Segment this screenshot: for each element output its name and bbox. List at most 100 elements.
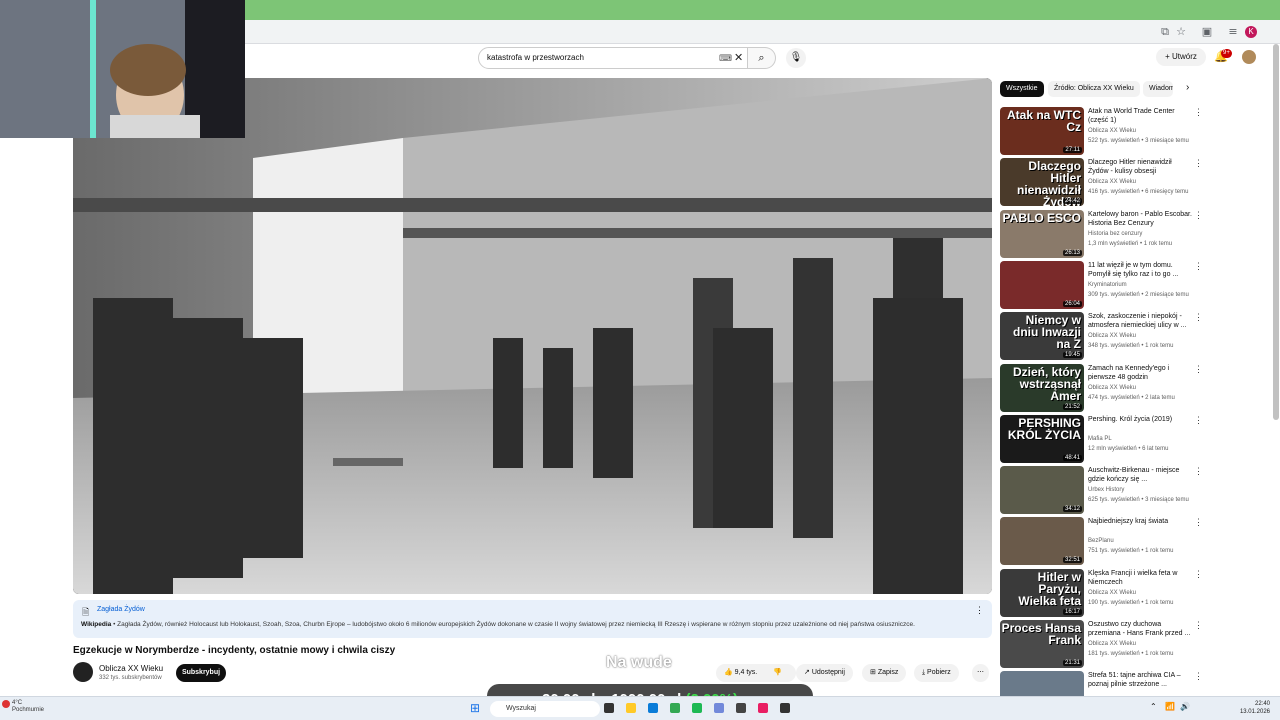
video-player[interactable] [73, 78, 992, 594]
steam-icon[interactable] [736, 703, 746, 713]
related-video-item[interactable]: Niemcy w dniu Inwazji na Z 19:45 Szok, zas… [1000, 312, 1203, 361]
more-actions-button[interactable]: ⋯ [972, 664, 989, 682]
related-video-item[interactable]: PERSHING KRÓL ŻYCIA 48:41 Pershing. Król ż… [1000, 414, 1203, 463]
more-options-icon[interactable]: ⋮ [1194, 261, 1203, 272]
search-button[interactable]: ⌕ [748, 47, 776, 69]
video-thumbnail[interactable]: 34:12 [1000, 466, 1084, 515]
volume-icon[interactable]: 🔊 [1180, 702, 1190, 711]
create-button[interactable]: + Utwórz [1156, 48, 1206, 66]
extensions-icon[interactable]: ▣ [1200, 25, 1214, 39]
related-video-item[interactable]: Atak na WTC Cz 27:11 Atak na World Trade C… [1000, 107, 1203, 155]
info-panel-title[interactable]: Zagłada Żydów [97, 606, 145, 613]
more-options-icon[interactable]: ⋮ [1194, 517, 1203, 528]
related-video-title[interactable]: Szok, zaskoczenie i niepokój - atmosfera… [1088, 312, 1192, 330]
more-options-icon[interactable]: ⋮ [1194, 210, 1203, 221]
channel-name[interactable]: Oblicza XX Wieku [99, 664, 163, 673]
spotify-icon[interactable] [692, 703, 702, 713]
more-options-icon[interactable]: ⋮ [1194, 158, 1203, 169]
related-video-title[interactable]: 11 lat więził je w tym domu. Pomylił się… [1088, 261, 1192, 279]
related-video-item[interactable]: 32:51 Najbiedniejszy kraj świata BezPlanu 7… [1000, 517, 1203, 566]
related-video-item[interactable]: Dlaczego Hitler nienawidził Żydów24:42Dl… [1000, 158, 1203, 207]
related-video-title[interactable]: Auschwitz-Birkenau - miejsce gdzie kończ… [1088, 466, 1192, 484]
chrome-icon[interactable] [670, 703, 680, 713]
more-options-icon[interactable]: ⋮ [1194, 620, 1203, 631]
video-thumbnail[interactable]: PABLO ESCO 26:13 [1000, 209, 1084, 258]
more-options-icon[interactable]: ⋮ [1194, 364, 1203, 375]
network-icon[interactable]: 📶 [1165, 702, 1175, 711]
related-video-title[interactable]: Oszustwo czy duchowa przemiana - Hans Fr… [1088, 620, 1192, 638]
clear-search-icon[interactable]: ✕ [734, 51, 743, 64]
related-video-channel[interactable]: BezPlanu [1088, 538, 1114, 544]
taskview-icon[interactable] [604, 703, 614, 713]
user-avatar[interactable] [1242, 50, 1256, 64]
subscribe-button[interactable]: Subskrybuj [176, 664, 226, 682]
more-options-icon[interactable]: ⋮ [1194, 415, 1203, 426]
app-icon[interactable] [758, 703, 768, 713]
bookmark-star-icon[interactable]: ☆ [1174, 25, 1188, 39]
related-video-title[interactable]: Klęska Francji i wielka feta w Niemczech [1088, 569, 1192, 587]
more-options-icon[interactable]: ⋮ [1194, 466, 1203, 477]
chip-news[interactable]: Wiadom [1143, 81, 1173, 97]
related-video-channel[interactable]: Oblicza XX Wieku [1088, 590, 1136, 596]
share-button[interactable]: ↗ Udostępnij [796, 664, 853, 682]
obs-icon[interactable] [780, 703, 790, 713]
file-explorer-icon[interactable] [626, 703, 636, 713]
more-options-icon[interactable]: ⋮ [1194, 107, 1203, 118]
tray-chevron-icon[interactable]: ⌃ [1150, 702, 1157, 711]
related-video-title[interactable]: Atak na World Trade Center (część 1) [1088, 107, 1192, 125]
related-video-channel[interactable]: Oblicza XX Wieku [1088, 385, 1136, 391]
video-thumbnail[interactable]: 26:04 [1000, 260, 1084, 309]
save-button[interactable]: ⊞ Zapisz [862, 664, 907, 682]
taskbar-search[interactable]: Wyszukaj [490, 701, 600, 717]
related-video-title[interactable]: Pershing. Król życia (2019) [1088, 415, 1192, 424]
video-thumbnail[interactable]: Niemcy w dniu Inwazji na Z 19:45 [1000, 312, 1084, 361]
video-thumbnail[interactable]: 32:51 [1000, 517, 1084, 566]
related-video-item[interactable]: 26:04 11 lat więził je w tym domu. Pomyli… [1000, 260, 1203, 309]
related-video-channel[interactable]: Mafia PL [1088, 436, 1112, 442]
discord-icon[interactable] [714, 703, 724, 713]
related-video-title[interactable]: Dlaczego Hitler nienawidził Żydów - kuli… [1088, 158, 1192, 176]
related-video-item[interactable]: PABLO ESCO 26:13 Kartelowy baron - Pablo E… [1000, 209, 1203, 258]
related-video-item[interactable]: Dzień, który wstrząsnął Amer 21:52 Zamach … [1000, 363, 1203, 412]
related-video-title[interactable]: Kartelowy baron - Pablo Escobar. Histori… [1088, 210, 1192, 228]
sidebar-icon[interactable]: ≡ [1226, 25, 1240, 39]
related-video-title[interactable]: Zamach na Kennedy'ego i pierwsze 48 godz… [1088, 364, 1192, 382]
more-options-icon[interactable]: ⋮ [975, 605, 984, 616]
more-options-icon[interactable]: ⋮ [1194, 569, 1203, 580]
keyboard-icon[interactable]: ⌨ [719, 53, 732, 64]
channel-avatar[interactable] [73, 662, 93, 682]
page-scrollbar[interactable] [1273, 44, 1279, 420]
related-video-item[interactable]: Proces Hansa Frank 21:31 Oszustwo czy duch… [1000, 620, 1203, 668]
related-video-channel[interactable]: Historia bez cenzury [1088, 231, 1142, 237]
related-video-item[interactable]: 34:12 Auschwitz-Birkenau - miejsce gdzie … [1000, 466, 1203, 515]
browser-profile-avatar[interactable]: K [1245, 26, 1257, 38]
edge-icon[interactable] [648, 703, 658, 713]
chip-all[interactable]: Wszystkie [1000, 81, 1044, 97]
weather-widget[interactable]: 4°C Pochmurnie [12, 700, 44, 714]
related-video-title[interactable]: Strefa 51: tajne archiwa CIA – poznaj pi… [1088, 671, 1192, 689]
related-video-channel[interactable]: Oblicza XX Wieku [1088, 179, 1136, 185]
related-video-channel[interactable]: Kryminatorium [1088, 282, 1127, 288]
more-options-icon[interactable]: ⋮ [1194, 671, 1203, 682]
related-video-channel[interactable]: Oblicza XX Wieku [1088, 333, 1136, 339]
related-video-item[interactable]: Hitler w Paryżu, Wielka feta 16:17 Klęska … [1000, 568, 1203, 617]
related-video-channel[interactable]: Oblicza XX Wieku [1088, 641, 1136, 647]
video-thumbnail[interactable]: Hitler w Paryżu, Wielka feta 16:17 [1000, 568, 1084, 617]
voice-search-button[interactable]: 🎙 [786, 48, 806, 68]
download-button[interactable]: ⤓ Pobierz [914, 664, 959, 682]
search-input[interactable]: katastrofa w przestworzach ⌨ ✕ [478, 47, 748, 69]
video-thumbnail[interactable]: Dzień, który wstrząsnął Amer 21:52 [1000, 363, 1084, 412]
chip-source[interactable]: Źródło: Oblicza XX Wieku [1048, 81, 1140, 97]
related-video-title[interactable]: Najbiedniejszy kraj świata [1088, 517, 1192, 526]
video-thumbnail[interactable]: Atak na WTC Cz 27:11 [1000, 107, 1084, 155]
related-video-channel[interactable]: Oblicza XX Wieku [1088, 128, 1136, 134]
like-dislike-button[interactable]: 👍 9,4 tys. 👎 [716, 664, 796, 682]
clock[interactable]: 22:40 13.01.2026 [1240, 700, 1270, 716]
windows-start-icon[interactable]: ⊞ [470, 701, 480, 715]
chevron-right-icon[interactable]: › [1186, 82, 1189, 93]
video-thumbnail[interactable]: Proces Hansa Frank 21:31 [1000, 620, 1084, 668]
video-thumbnail[interactable]: PERSHING KRÓL ŻYCIA 48:41 [1000, 414, 1084, 463]
more-options-icon[interactable]: ⋮ [1194, 312, 1203, 323]
install-app-icon[interactable]: ⧉ [1158, 25, 1172, 39]
related-video-channel[interactable]: Urbex History [1088, 487, 1124, 493]
